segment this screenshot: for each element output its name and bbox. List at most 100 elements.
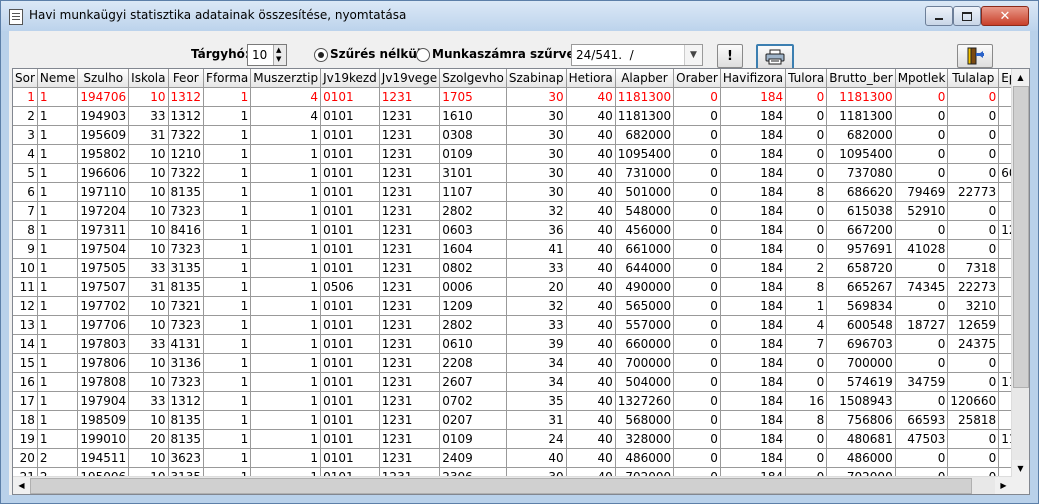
table-cell[interactable]: 0101 <box>320 334 380 354</box>
table-cell[interactable]: 197806 <box>77 353 130 373</box>
column-header[interactable]: Oraber <box>673 69 721 88</box>
table-cell[interactable]: 18 <box>13 410 38 430</box>
table-cell[interactable]: 40 <box>566 277 616 297</box>
table-cell[interactable]: 197204 <box>77 201 130 221</box>
table-cell[interactable]: 22773 <box>947 182 1000 202</box>
table-cell[interactable]: 0 <box>785 353 828 373</box>
table-cell[interactable]: 2 <box>37 448 79 468</box>
table-row[interactable]: 5 1 196606 10 7322 1 1 0101 1231 3101 30 40 731000 0 1… <box>13 163 1029 183</box>
table-cell[interactable]: 0 <box>673 372 721 392</box>
table-cell[interactable]: 0 <box>673 125 721 145</box>
table-cell[interactable]: 1231 <box>379 163 441 183</box>
table-row[interactable]: 9 1 197504 10 7323 1 1 0101 1231 1604 41 40 661000 0 1… <box>13 239 1029 259</box>
table-cell[interactable]: 2607 <box>439 372 507 392</box>
app-document-icon[interactable] <box>9 9 23 25</box>
table-cell[interactable]: 74345 <box>895 277 949 297</box>
table-row[interactable]: 8 1 197311 10 8416 1 1 0101 1231 0603 36 40 456000 0 1… <box>13 220 1029 240</box>
table-row[interactable]: 10 1 197505 33 3135 1 1 0101 1231 0802 33 40 644000 0… <box>13 258 1029 278</box>
table-cell[interactable]: 0 <box>947 220 1000 240</box>
table-cell[interactable]: 0 <box>673 429 721 449</box>
table-cell[interactable]: 1 <box>250 315 322 335</box>
table-cell[interactable]: 700000 <box>826 353 896 373</box>
column-header[interactable]: Sor <box>13 69 38 88</box>
table-cell[interactable]: 0603 <box>439 220 507 240</box>
table-cell[interactable]: 1231 <box>379 334 441 354</box>
table-cell[interactable]: 16 <box>13 372 38 392</box>
table-cell[interactable]: 66593 <box>895 410 949 430</box>
table-cell[interactable]: 184 <box>720 106 787 126</box>
table-cell[interactable]: 667200 <box>826 220 896 240</box>
table-cell[interactable]: 2 <box>785 258 828 278</box>
table-cell[interactable]: 0101 <box>320 239 380 259</box>
table-cell[interactable]: 0207 <box>439 410 507 430</box>
table-cell[interactable]: 1231 <box>379 220 441 240</box>
table-cell[interactable]: 195802 <box>77 144 130 164</box>
table-cell[interactable]: 10 <box>128 353 169 373</box>
table-cell[interactable]: 2802 <box>439 201 507 221</box>
table-cell[interactable]: 490000 <box>615 277 675 297</box>
table-row[interactable]: 6 1 197110 10 8135 1 1 0101 1231 1107 30 40 501000 0 1… <box>13 182 1029 202</box>
table-cell[interactable]: 0 <box>785 372 828 392</box>
spinner-arrows[interactable]: ▲ ▼ <box>273 45 286 65</box>
table-cell[interactable]: 20 <box>128 429 169 449</box>
table-cell[interactable]: 40 <box>566 201 616 221</box>
column-header[interactable]: Szabinap <box>506 69 567 88</box>
table-cell[interactable]: 17 <box>13 391 38 411</box>
table-cell[interactable]: 40 <box>566 125 616 145</box>
table-cell[interactable]: 31 <box>128 125 169 145</box>
table-cell[interactable]: 197505 <box>77 258 130 278</box>
table-cell[interactable]: 0 <box>673 220 721 240</box>
table-cell[interactable]: 0101 <box>320 429 380 449</box>
table-cell[interactable]: 0 <box>673 334 721 354</box>
table-cell[interactable]: 0802 <box>439 258 507 278</box>
table-cell[interactable]: 4 <box>785 315 828 335</box>
targyho-spinner[interactable]: 10 ▲ ▼ <box>247 44 287 66</box>
table-cell[interactable]: 486000 <box>826 448 896 468</box>
column-header[interactable]: Tulalap <box>947 69 1000 88</box>
table-cell[interactable]: 197110 <box>77 182 130 202</box>
table-cell[interactable]: 1 <box>250 258 322 278</box>
table-cell[interactable]: 0 <box>673 201 721 221</box>
table-cell[interactable]: 756806 <box>826 410 896 430</box>
column-header[interactable]: Neme <box>37 69 79 88</box>
column-header[interactable]: Alapber <box>615 69 675 88</box>
table-cell[interactable]: 199010 <box>77 429 130 449</box>
table-cell[interactable]: 686620 <box>826 182 896 202</box>
table-cell[interactable]: 1610 <box>439 106 507 126</box>
table-cell[interactable]: 1181300 <box>826 106 896 126</box>
table-row[interactable]: 20 2 194511 10 3623 1 1 0101 1231 2409 40 40 486000 0… <box>13 448 1029 468</box>
table-cell[interactable]: 4131 <box>168 334 205 354</box>
table-cell[interactable]: 33 <box>128 391 169 411</box>
table-cell[interactable]: 0 <box>673 391 721 411</box>
table-cell[interactable]: 1 <box>203 125 252 145</box>
table-cell[interactable]: 8135 <box>168 277 205 297</box>
table-cell[interactable]: 1 <box>37 410 79 430</box>
table-cell[interactable]: 30 <box>506 163 567 183</box>
table-cell[interactable]: 0308 <box>439 125 507 145</box>
table-cell[interactable]: 3136 <box>168 353 205 373</box>
table-cell[interactable]: 1 <box>250 448 322 468</box>
table-cell[interactable]: 184 <box>720 220 787 240</box>
table-cell[interactable]: 4 <box>13 144 38 164</box>
table-cell[interactable]: 40 <box>566 220 616 240</box>
table-cell[interactable]: 2802 <box>439 315 507 335</box>
table-cell[interactable]: 0 <box>785 87 828 107</box>
table-cell[interactable]: 7323 <box>168 239 205 259</box>
column-header[interactable]: Iskola <box>128 69 169 88</box>
table-cell[interactable]: 1 <box>250 391 322 411</box>
table-row[interactable]: 19 1 199010 20 8135 1 1 0101 1231 0109 24 40 328000 0… <box>13 429 1029 449</box>
table-cell[interactable]: 1508943 <box>826 391 896 411</box>
vertical-scroll-thumb[interactable] <box>1013 86 1029 388</box>
table-cell[interactable]: 328000 <box>615 429 675 449</box>
table-cell[interactable]: 1604 <box>439 239 507 259</box>
table-cell[interactable]: 0 <box>895 334 949 354</box>
table-cell[interactable]: 34 <box>506 353 567 373</box>
table-cell[interactable]: 30 <box>506 87 567 107</box>
table-cell[interactable]: 1 <box>37 125 79 145</box>
table-cell[interactable]: 32 <box>506 296 567 316</box>
table-cell[interactable]: 557000 <box>615 315 675 335</box>
table-cell[interactable]: 1 <box>37 144 79 164</box>
table-cell[interactable]: 0101 <box>320 220 380 240</box>
table-cell[interactable]: 1 <box>37 391 79 411</box>
horizontal-scroll-thumb[interactable] <box>30 478 972 494</box>
